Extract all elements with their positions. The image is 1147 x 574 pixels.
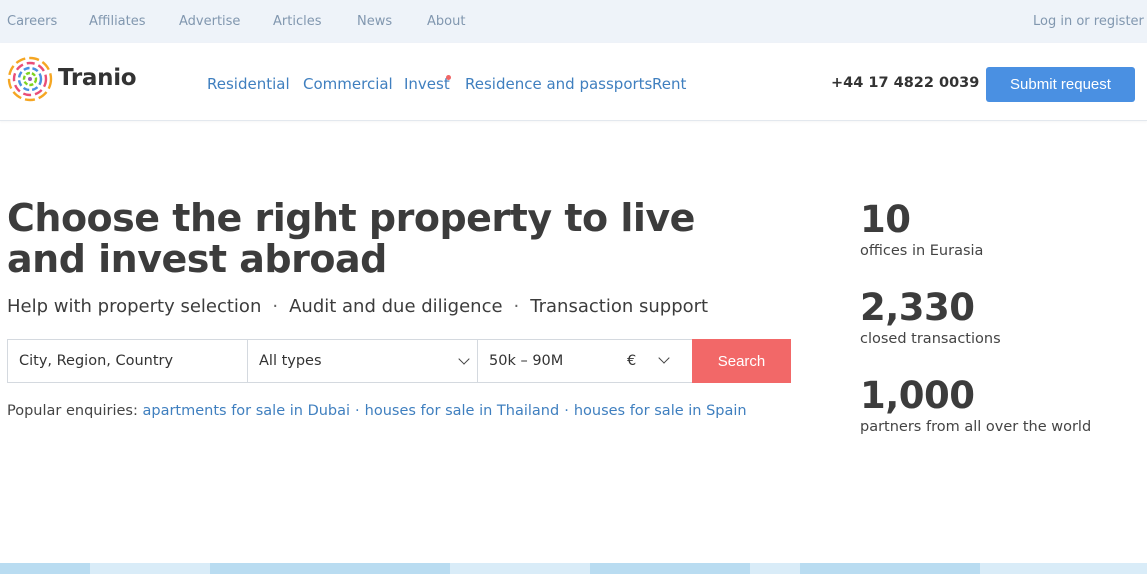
service-transaction-support: Transaction support <box>530 296 709 317</box>
property-search-bar: City, Region, Country All types 50k – 90… <box>7 339 791 383</box>
nav-residence-passports[interactable]: Residence and passports <box>465 75 652 93</box>
phone-number[interactable]: +44 17 4822 0039 <box>831 75 979 91</box>
world-map-background <box>0 563 1147 574</box>
map-landmass <box>0 563 90 574</box>
stat-number: 10 <box>860 198 911 241</box>
service-audit: Audit and due diligence <box>289 296 503 317</box>
topbar-link-advertise[interactable]: Advertise <box>179 14 240 29</box>
location-input[interactable]: City, Region, Country <box>7 339 248 383</box>
submit-request-button[interactable]: Submit request <box>986 67 1135 102</box>
topbar-link-careers[interactable]: Careers <box>7 14 57 29</box>
separator-dot: · <box>272 296 279 317</box>
main-header: Tranio Residential Commercial Invest Res… <box>0 43 1147 121</box>
service-property-selection: Help with property selection <box>7 296 262 317</box>
tranio-logo-icon[interactable] <box>7 56 53 102</box>
topbar-link-news[interactable]: News <box>357 14 392 29</box>
popular-label: Popular enquiries: <box>7 403 138 419</box>
topbar-link-articles[interactable]: Articles <box>273 14 321 29</box>
popular-link-spain[interactable]: houses for sale in Spain <box>574 403 747 419</box>
stat-label: offices in Eurasia <box>860 243 984 259</box>
topbar-link-about[interactable]: About <box>427 14 465 29</box>
property-type-select[interactable]: All types <box>247 339 478 383</box>
stat-partners: 1,000 partners from all over the world <box>860 374 1140 436</box>
nav-commercial[interactable]: Commercial <box>303 75 393 93</box>
top-utility-bar: Careers Affiliates Advertise Articles Ne… <box>0 0 1147 43</box>
stat-number: 1,000 <box>860 374 975 417</box>
nav-invest[interactable]: Invest <box>404 75 450 93</box>
stat-transactions: 2,330 closed transactions <box>860 286 1140 348</box>
popular-enquiries: Popular enquiries: apartments for sale i… <box>7 403 747 419</box>
stat-label: closed transactions <box>860 331 1001 347</box>
popular-link-dubai[interactable]: apartments for sale in Dubai <box>142 403 350 419</box>
currency-select[interactable]: € <box>627 353 636 369</box>
page-title: Choose the right property to live and in… <box>7 196 695 281</box>
nav-rent[interactable]: Rent <box>652 75 686 93</box>
stat-offices: 10 offices in Eurasia <box>860 198 1140 260</box>
stat-label: partners from all over the world <box>860 419 1092 435</box>
popular-link-thailand[interactable]: houses for sale in Thailand <box>365 403 560 419</box>
topbar-link-affiliates[interactable]: Affiliates <box>89 14 146 29</box>
property-type-value: All types <box>259 353 322 369</box>
chevron-down-icon <box>458 353 470 365</box>
separator-dot: · <box>564 403 569 419</box>
price-range-value: 50k – 90M <box>489 353 564 369</box>
search-button[interactable]: Search <box>692 339 791 383</box>
separator-dot: · <box>513 296 520 317</box>
logo-wordmark[interactable]: Tranio <box>58 65 137 91</box>
map-landmass <box>210 563 450 574</box>
map-landmass <box>590 563 750 574</box>
nav-residential[interactable]: Residential <box>207 75 290 93</box>
map-landmass <box>800 563 980 574</box>
login-register-link[interactable]: Log in or register <box>1033 14 1144 29</box>
stat-number: 2,330 <box>860 286 975 329</box>
separator-dot: · <box>355 403 360 419</box>
notification-dot <box>446 75 451 80</box>
services-list: Help with property selection · Audit and d… <box>7 296 708 317</box>
